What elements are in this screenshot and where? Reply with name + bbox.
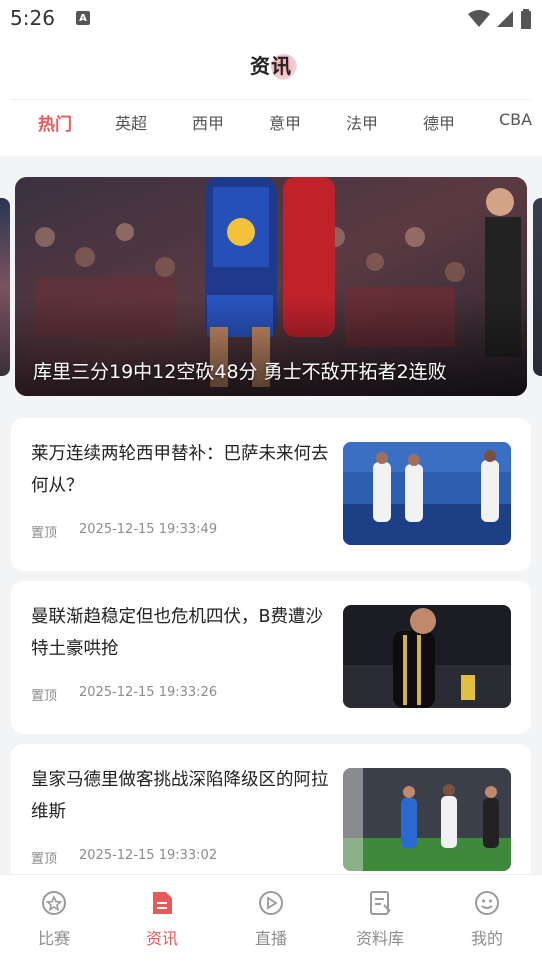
hero-banner[interactable]: 库里三分19中12空砍48分 勇士不敌开拓者2连败	[15, 177, 527, 396]
carousel-next-slide[interactable]	[533, 198, 542, 376]
news-meta: 置顶 2025-12-15 19:33:49	[31, 522, 217, 541]
nav-match[interactable]: 比赛	[14, 889, 94, 949]
nav-label: 直播	[254, 929, 287, 948]
tab-hot[interactable]: 热门	[38, 110, 72, 135]
hero-caption: 库里三分19中12空砍48分 勇士不敌开拓者2连败	[33, 361, 447, 383]
news-thumbnail	[343, 605, 511, 708]
news-image	[343, 442, 511, 545]
profile-icon	[475, 891, 499, 915]
tab-premier-league[interactable]: 英超	[115, 110, 147, 134]
page-title: 资讯	[250, 54, 292, 78]
pinned-badge: 置顶	[31, 689, 58, 704]
news-meta: 置顶 2025-12-15 19:33:26	[31, 685, 217, 704]
news-time: 2025-12-15 19:33:26	[79, 685, 218, 700]
bottom-nav: 比赛 资讯 直播 资料库 我的	[0, 874, 542, 965]
nav-profile[interactable]: 我的	[447, 889, 527, 949]
category-tabs: 热门 英超 西甲 意甲 法甲 德甲 CBA	[0, 110, 542, 146]
nav-live[interactable]: 直播	[231, 889, 311, 949]
app-notification-icon: A	[76, 11, 90, 25]
pinned-badge: 置顶	[31, 526, 58, 541]
news-item[interactable]: 曼联渐趋稳定但也危机四伏，B费遭沙特土豪哄抢 置顶 2025-12-15 19:…	[11, 581, 531, 734]
news-time: 2025-12-15 19:33:49	[79, 522, 218, 537]
news-thumbnail	[343, 442, 511, 545]
tab-ligue-1[interactable]: 法甲	[346, 110, 378, 134]
tab-la-liga[interactable]: 西甲	[192, 110, 224, 134]
tab-cba[interactable]: CBA	[499, 110, 532, 129]
signal-icon	[497, 11, 513, 27]
match-icon	[42, 891, 66, 915]
nav-label: 资讯	[145, 929, 178, 948]
page-title-wrap: 资讯	[0, 50, 542, 80]
nav-label: 资料库	[355, 929, 404, 948]
nav-news[interactable]: 资讯	[122, 889, 202, 949]
wifi-icon	[468, 10, 490, 27]
database-icon	[370, 891, 391, 915]
header: 资讯 热门 英超 西甲 意甲 法甲 德甲 CBA	[0, 38, 542, 156]
tab-bundesliga[interactable]: 德甲	[423, 110, 455, 134]
news-image	[343, 768, 511, 871]
status-icons	[468, 9, 532, 29]
news-title: 莱万连续两轮西甲替补：巴萨未来何去何从？	[31, 444, 329, 496]
pinned-badge: 置顶	[31, 852, 58, 867]
news-time: 2025-12-15 19:33:02	[79, 848, 218, 863]
news-image	[343, 605, 511, 708]
news-thumbnail	[343, 768, 511, 871]
status-bar: 5:26 A	[0, 0, 542, 38]
tab-serie-a[interactable]: 意甲	[269, 110, 301, 134]
news-icon	[153, 892, 172, 914]
news-title: 曼联渐趋稳定但也危机四伏，B费遭沙特土豪哄抢	[31, 607, 324, 659]
news-meta: 置顶 2025-12-15 19:33:02	[31, 848, 217, 867]
battery-icon	[521, 9, 531, 29]
status-time: 5:26	[10, 6, 55, 30]
news-item[interactable]: 莱万连续两轮西甲替补：巴萨未来何去何从？ 置顶 2025-12-15 19:33…	[11, 418, 531, 571]
nav-label: 我的	[470, 929, 503, 948]
header-divider	[12, 99, 530, 100]
carousel-prev-slide[interactable]	[0, 198, 10, 376]
news-title: 皇家马德里做客挑战深陷降级区的阿拉维斯	[31, 770, 329, 822]
nav-label: 比赛	[37, 929, 70, 948]
nav-database[interactable]: 资料库	[340, 889, 420, 949]
live-icon	[259, 891, 283, 915]
